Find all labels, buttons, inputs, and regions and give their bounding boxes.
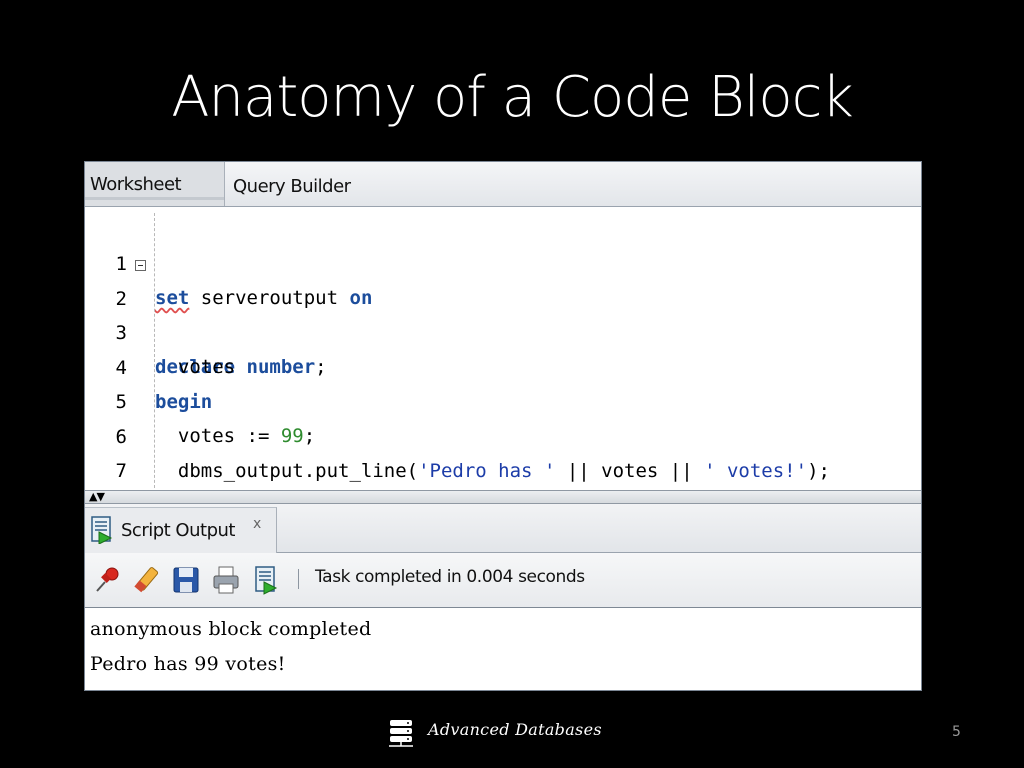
status-text: Task completed in 0.004 seconds (315, 567, 585, 587)
code-line: 7 end; (85, 420, 921, 482)
code-line: 6 dbms_output.put_line('Pedro has ' || v… (85, 386, 921, 482)
editor-tab-bar: Worksheet Query Builder (85, 162, 921, 207)
eraser-icon[interactable] (132, 565, 162, 595)
code-line: 3 votes number; (85, 282, 921, 378)
sql-developer-window: Worksheet Query Builder 1 set serveroutp… (84, 161, 922, 691)
tab-worksheet[interactable]: Worksheet (85, 162, 225, 206)
tab-script-output[interactable]: Script Output x (85, 507, 277, 553)
code-line: 4 begin (85, 317, 921, 413)
output-line: Pedro has 99 votes! (90, 653, 286, 675)
expand-collapse-arrows-icon[interactable]: ▲▼ (89, 491, 105, 503)
code-line: 5 votes := 99; (85, 351, 921, 447)
run-script-icon[interactable] (252, 565, 282, 595)
footer-course-name: Advanced Databases (428, 720, 602, 739)
tab-script-output-label: Script Output (121, 520, 235, 541)
panel-splitter[interactable]: ▲▼ (85, 490, 921, 504)
output-line: anonymous block completed (90, 618, 372, 640)
collapse-icon[interactable] (135, 260, 146, 271)
slide-title: Anatomy of a Code Block (171, 65, 854, 130)
output-tab-bar: Script Output x (85, 504, 921, 553)
pin-icon[interactable] (93, 565, 123, 595)
close-icon[interactable]: x (253, 516, 261, 532)
tab-query-builder[interactable]: Query Builder (228, 162, 368, 206)
database-server-icon (389, 720, 413, 747)
save-icon[interactable] (171, 565, 201, 595)
code-line: 1 set serveroutput on (85, 213, 921, 309)
script-output-icon (91, 516, 113, 544)
code-editor[interactable]: 1 set serveroutput on 2 declare 3 votes … (85, 207, 921, 490)
page-number: 5 (952, 724, 961, 740)
print-icon[interactable] (211, 565, 241, 595)
toolbar-separator (298, 569, 299, 589)
script-output-area[interactable]: anonymous block completed Pedro has 99 v… (85, 608, 921, 690)
code-line: 8 / (85, 455, 921, 489)
code-line: 2 declare (85, 248, 921, 378)
output-toolbar: Task completed in 0.004 seconds (85, 553, 921, 608)
